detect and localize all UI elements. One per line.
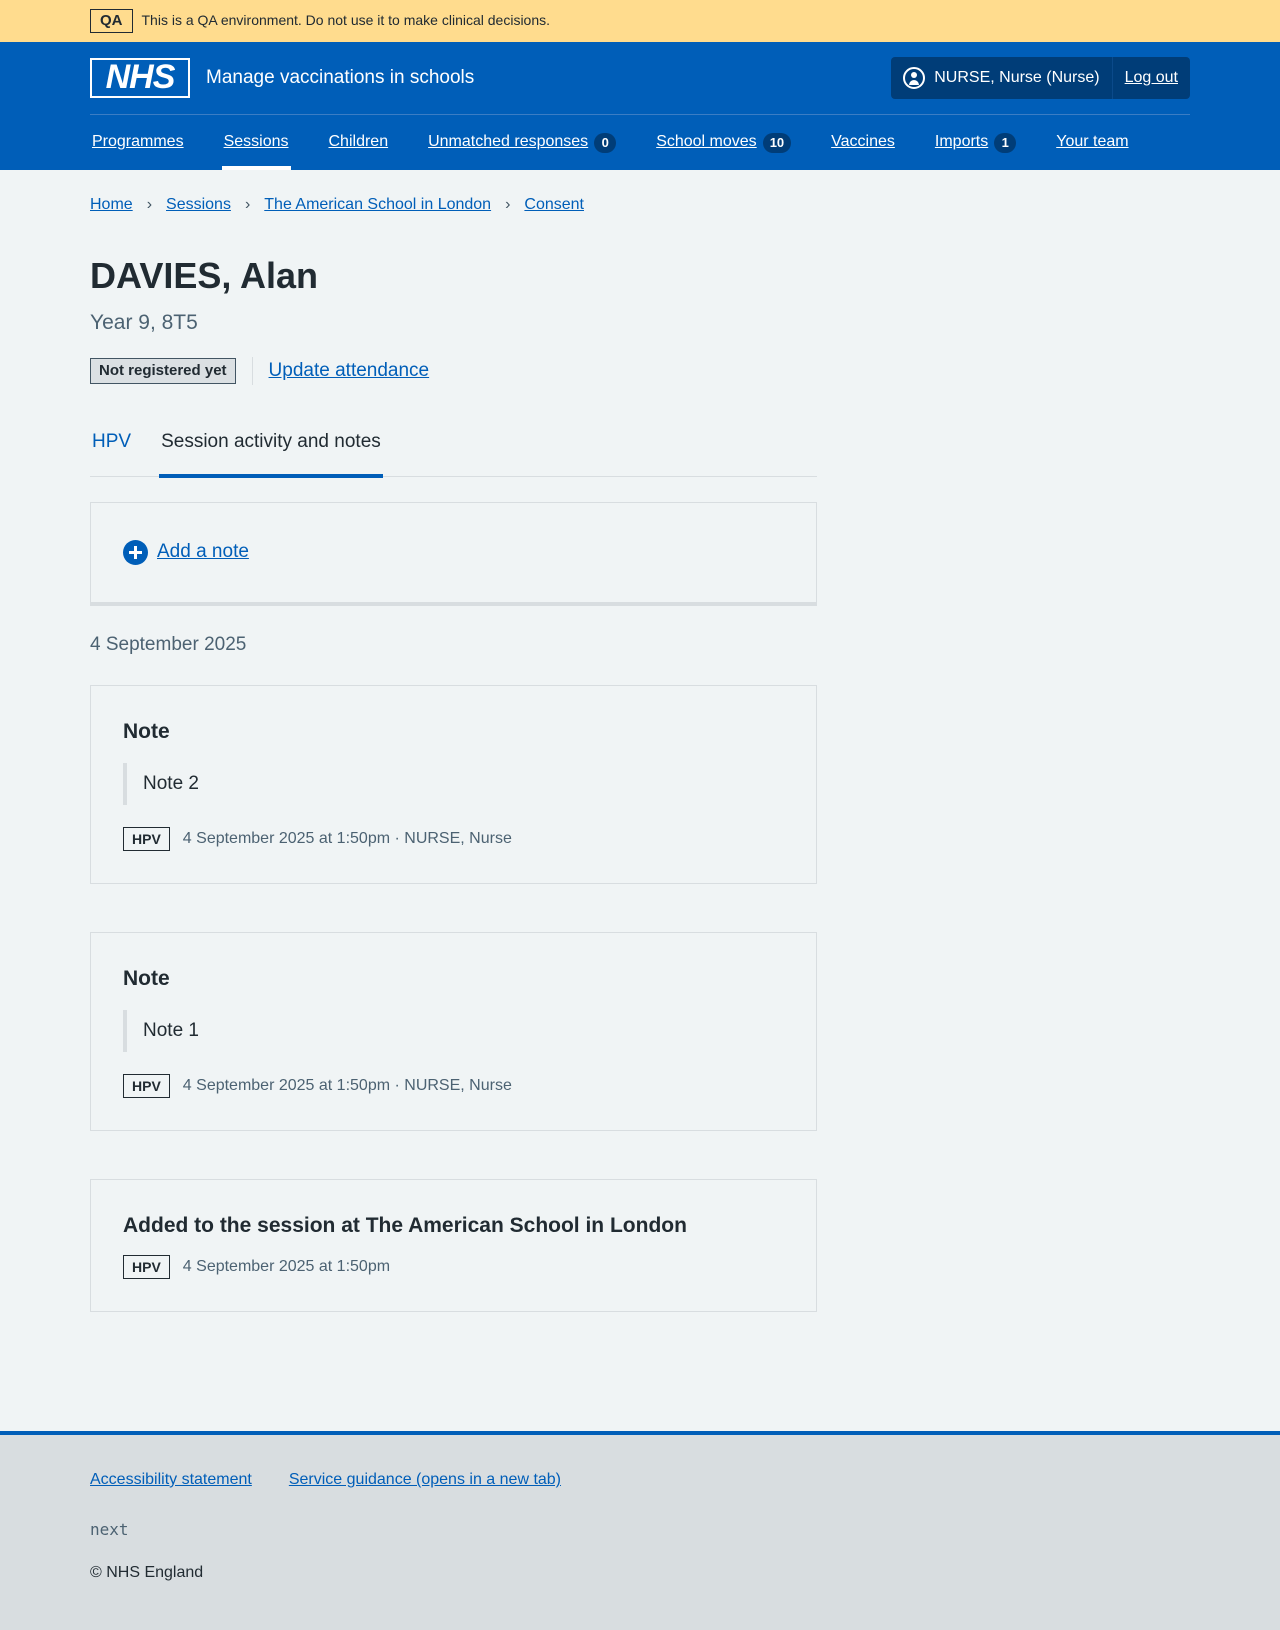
- activity-card: Note Note 1 HPV 4 September 2025 at 1:50…: [90, 931, 817, 1132]
- plus-circle-icon[interactable]: [123, 539, 148, 565]
- user-name: NURSE, Nurse (Nurse): [934, 68, 1100, 86]
- count-badge: 0: [594, 132, 617, 153]
- meta-text: 4 September 2025 at 1:50pm: [182, 1258, 391, 1276]
- chevron-right-icon: ›: [505, 196, 511, 213]
- breadcrumb: Home › Sessions › The American School in…: [0, 194, 1280, 216]
- breadcrumb-school[interactable]: The American School in London: [264, 194, 491, 216]
- account-user: NURSE, Nurse (Nurse): [891, 57, 1113, 99]
- breadcrumb-home[interactable]: Home: [90, 194, 133, 216]
- nav-item-imports[interactable]: Imports 1: [933, 115, 1018, 170]
- status-badge: Not registered yet: [90, 357, 236, 384]
- note-text: Note 2: [123, 762, 784, 805]
- logout-link[interactable]: Log out: [1113, 67, 1190, 89]
- nav-link[interactable]: School moves: [656, 131, 757, 153]
- service-guidance-link[interactable]: Service guidance (opens in a new tab): [289, 1469, 561, 1491]
- nav-item-programmes[interactable]: Programmes: [90, 115, 186, 170]
- copyright: © NHS England: [90, 1563, 204, 1581]
- accessibility-statement-link[interactable]: Accessibility statement: [90, 1469, 252, 1491]
- breadcrumb-consent[interactable]: Consent: [524, 194, 584, 216]
- primary-nav: Programmes Sessions Children Unmatched r…: [0, 115, 1280, 170]
- footer-links: Accessibility statement Service guidance…: [90, 1469, 1190, 1491]
- nav-item-school-moves[interactable]: School moves 10: [654, 115, 793, 170]
- count-badge: 10: [762, 132, 792, 153]
- nav-item-children[interactable]: Children: [327, 115, 391, 170]
- meta-text: 4 September 2025 at 1:50pm · NURSE, Nurs…: [182, 1076, 512, 1094]
- nav-item-vaccines[interactable]: Vaccines: [829, 115, 897, 170]
- tabs: HPV Session activity and notes: [90, 425, 817, 478]
- add-note-link[interactable]: Add a note: [157, 539, 249, 566]
- nav-link[interactable]: Your team: [1056, 131, 1128, 153]
- version-label: next: [90, 1520, 129, 1540]
- site-header: NHS Manage vaccinations in schools NURSE…: [0, 42, 1280, 170]
- chevron-right-icon: ›: [244, 196, 251, 213]
- nav-link[interactable]: Unmatched responses: [428, 131, 588, 153]
- qa-tag: QA: [90, 9, 133, 33]
- programme-tag: HPV: [123, 826, 170, 851]
- activity-card: Added to the session at The American Sch…: [90, 1179, 817, 1313]
- count-badge: 1: [994, 132, 1017, 153]
- breadcrumb-sessions[interactable]: Sessions: [166, 194, 231, 216]
- status-row: Not registered yet Update attendance: [90, 356, 817, 385]
- meta-row: HPV 4 September 2025 at 1:50pm · NURSE, …: [123, 826, 784, 851]
- qa-banner-text: This is a QA environment. Do not use it …: [141, 12, 551, 29]
- activity-card: Note Note 2 HPV 4 September 2025 at 1:50…: [90, 684, 817, 884]
- chevron-right-icon: ›: [146, 196, 153, 213]
- nav-item-unmatched-responses[interactable]: Unmatched responses 0: [426, 115, 618, 170]
- nav-item-your-team[interactable]: Your team: [1054, 115, 1130, 170]
- nav-item-sessions[interactable]: Sessions: [221, 115, 291, 170]
- add-note-card: Add a note: [90, 501, 817, 606]
- qa-banner: QA This is a QA environment. Do not use …: [0, 0, 1280, 42]
- user-icon: [903, 67, 926, 89]
- programme-tag: HPV: [123, 1074, 170, 1099]
- account-menu: NURSE, Nurse (Nurse) Log out: [891, 57, 1190, 99]
- service-name: Manage vaccinations in schools: [206, 66, 475, 88]
- nav-link[interactable]: Programmes: [92, 131, 184, 153]
- card-title: Note: [123, 966, 170, 990]
- tab-hpv[interactable]: HPV: [90, 425, 133, 477]
- date-heading: 4 September 2025: [90, 633, 247, 655]
- note-text: Note 1: [123, 1010, 784, 1053]
- nav-link[interactable]: Sessions: [224, 131, 289, 153]
- meta-row: HPV 4 September 2025 at 1:50pm: [123, 1255, 784, 1280]
- nav-link[interactable]: Vaccines: [831, 131, 895, 153]
- divider: [251, 356, 253, 385]
- update-attendance-link[interactable]: Update attendance: [269, 358, 430, 385]
- programme-tag: HPV: [123, 1255, 170, 1280]
- nhs-logo-text: NHS: [92, 58, 188, 96]
- card-title: Note: [123, 719, 170, 743]
- nav-link[interactable]: Children: [329, 131, 389, 153]
- site-footer: Accessibility statement Service guidance…: [0, 1431, 1280, 1630]
- tab-session-activity[interactable]: Session activity and notes: [159, 425, 383, 478]
- meta-row: HPV 4 September 2025 at 1:50pm · NURSE, …: [123, 1074, 784, 1099]
- patient-caption: Year 9, 8T5: [90, 310, 198, 334]
- page-title: DAVIES, Alan: [90, 255, 319, 297]
- meta-text: 4 September 2025 at 1:50pm · NURSE, Nurs…: [182, 829, 512, 847]
- card-title: Added to the session at The American Sch…: [123, 1214, 687, 1238]
- nhs-logo[interactable]: NHS: [90, 58, 190, 98]
- nav-link[interactable]: Imports: [935, 131, 988, 153]
- main-content: DAVIES, Alan Year 9, 8T5 Not registered …: [0, 254, 907, 1313]
